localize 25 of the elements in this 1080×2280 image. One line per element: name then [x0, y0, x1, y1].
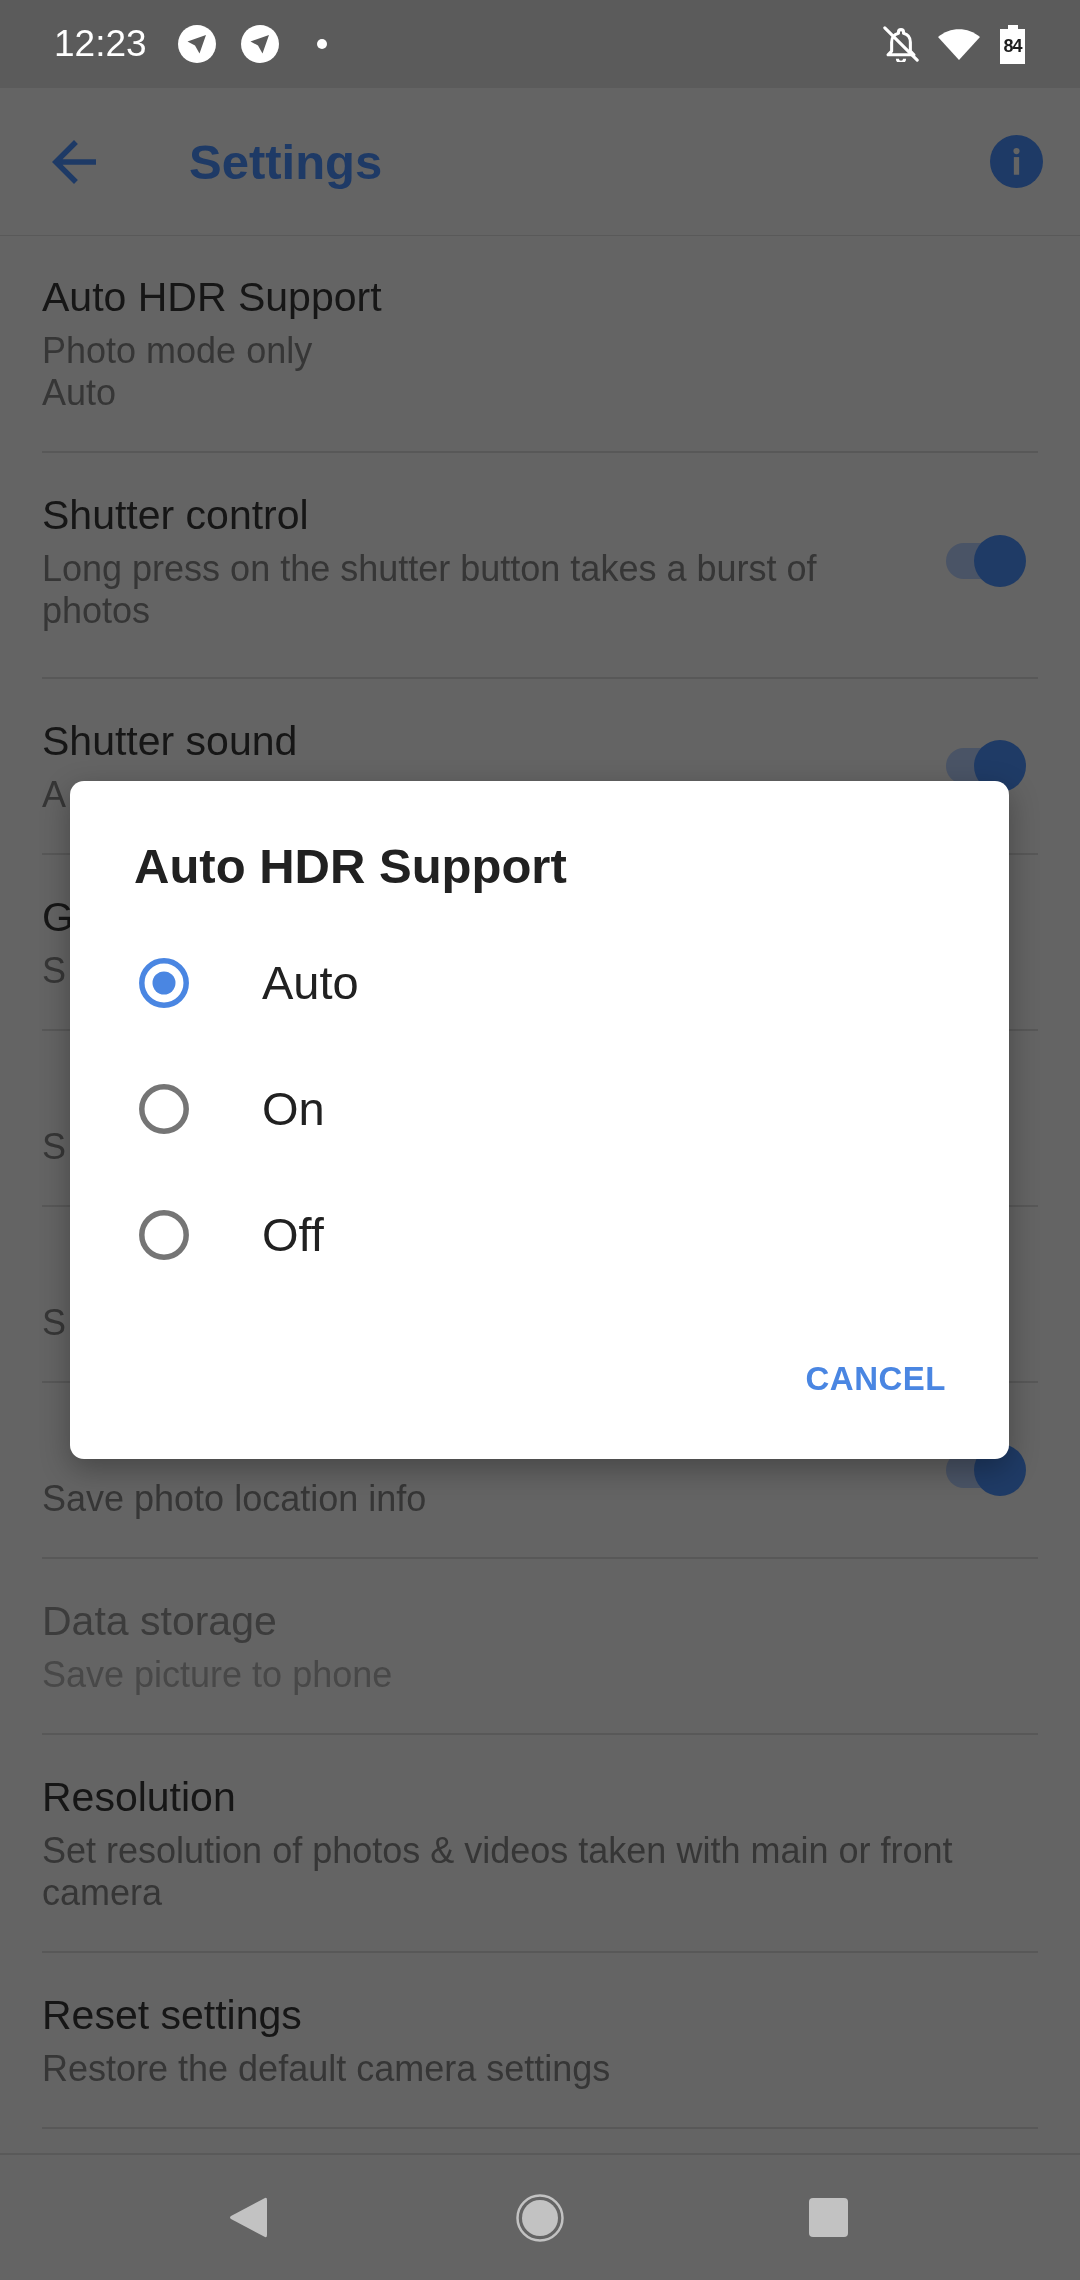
radio-button[interactable]	[139, 1210, 189, 1260]
wifi-icon	[938, 28, 980, 60]
radio-button[interactable]	[139, 1084, 189, 1134]
status-time: 12:23	[54, 22, 147, 66]
home-icon[interactable]	[516, 2193, 564, 2242]
radio-button[interactable]	[139, 958, 189, 1008]
cancel-button[interactable]: CANCEL	[789, 1334, 962, 1424]
back-icon[interactable]	[229, 2196, 267, 2239]
setting-title[interactable]: Resolution	[42, 1772, 236, 1822]
info-icon[interactable]	[990, 135, 1043, 188]
screen-title: Settings	[189, 133, 383, 191]
battery-level: 84	[1000, 24, 1025, 64]
toggle-switch[interactable]	[946, 535, 1026, 587]
option-label[interactable]: Off	[262, 1207, 324, 1263]
setting-title[interactable]: Reset settings	[42, 1990, 302, 2040]
dialog-title: Auto HDR Support	[133, 838, 568, 895]
notification-dot-icon	[316, 39, 327, 49]
setting-title[interactable]: G	[42, 892, 74, 942]
setting-title[interactable]: Shutter sound	[42, 716, 298, 766]
setting-title[interactable]: Shutter control	[42, 490, 309, 540]
back-arrow-icon[interactable]	[52, 139, 96, 184]
bell-off-icon	[883, 26, 919, 62]
setting-title[interactable]: Auto HDR Support	[42, 272, 382, 322]
option-label[interactable]: On	[262, 1081, 325, 1137]
option-label[interactable]: Auto	[262, 955, 359, 1011]
